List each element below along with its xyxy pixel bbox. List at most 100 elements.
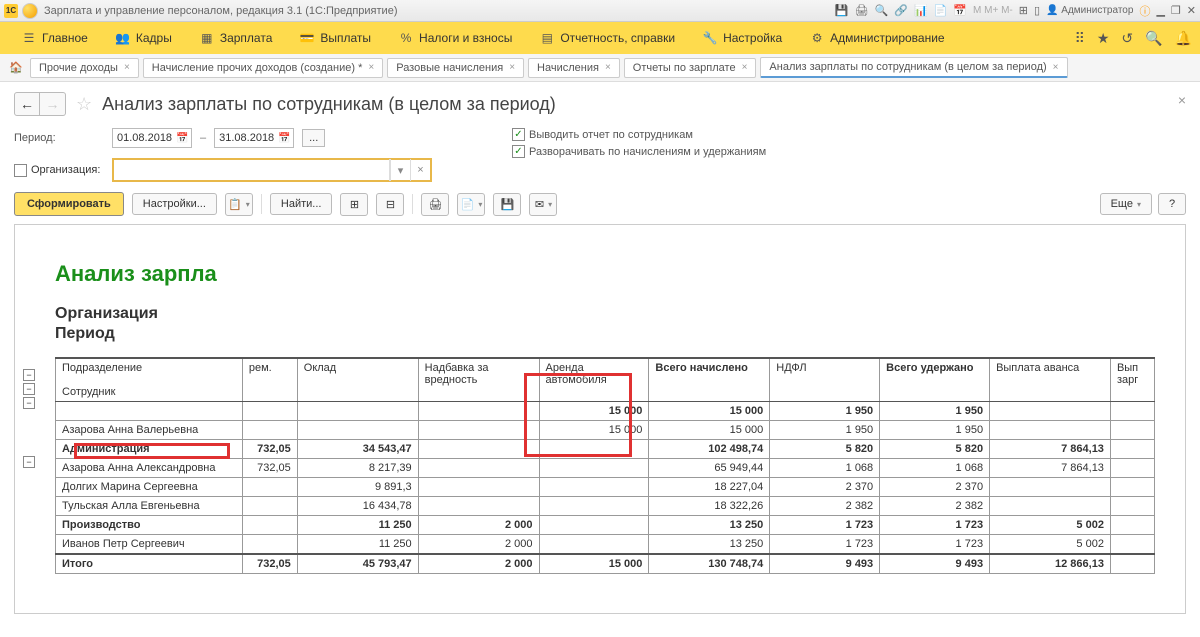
report-area[interactable]: Анализ зарпла Организация Период Подразд… [14,224,1186,614]
report-period-label: Период [55,325,1165,343]
period-label: Период: [14,132,104,144]
save-icon[interactable]: 💾 [835,4,849,17]
tab-1[interactable]: Начисление прочих доходов (создание) *× [143,58,383,78]
page-button[interactable]: 📄▾ [457,193,485,216]
page-title: Анализ зарплаты по сотрудникам (в целом … [102,94,556,115]
main-menu: ☰Главное 👥Кадры ▦Зарплата 💳Выплаты %Нало… [0,22,1200,54]
tab-close-icon[interactable]: × [605,62,611,73]
menu-reports[interactable]: ▤Отчетность, справки [526,22,689,54]
menu-nalogi[interactable]: %Налоги и взносы [385,22,526,54]
collapse-button[interactable]: ⊟ [376,193,404,216]
dash: – [200,132,206,144]
nav-back-button[interactable]: ← [14,92,40,116]
percent-icon: % [399,31,413,45]
tab-close-icon[interactable]: × [124,62,130,73]
tab-5[interactable]: Анализ зарплаты по сотрудникам (в целом … [760,57,1067,78]
chk-employees[interactable]: ✓ [512,128,525,141]
org-dropdown-icon[interactable]: ▾ [390,159,410,181]
tab-bar: 🏠 Прочие доходы× Начисление прочих доход… [0,54,1200,82]
tab-4[interactable]: Отчеты по зарплате× [624,58,757,78]
history-icon[interactable]: ↺ [1121,30,1133,47]
table-row[interactable]: Долгих Марина Сергеевна9 891,318 227,042… [56,478,1155,497]
highlight-box-name [74,443,230,459]
wallet-icon: 💳 [300,31,314,45]
menu-burger[interactable]: ☰Главное [8,22,102,54]
opts-icon[interactable]: ⊞ [1019,4,1028,17]
print-icon[interactable]: 🖨 [855,4,869,17]
maximize-icon[interactable]: ❐ [1171,4,1181,17]
org-field[interactable] [114,164,389,176]
mail-button[interactable]: ✉▾ [529,193,557,216]
close-page-icon[interactable]: × [1178,92,1186,108]
system-icons: 💾 🖨 🔍 🔗 📊 📄 📅 M M+ M- ⊞ ▯ 👤 Администрато… [835,3,1196,19]
org-checkbox[interactable]: ✓ [14,164,27,177]
menu-settings[interactable]: 🔧Настройка [689,22,796,54]
calendar-icon[interactable]: 📅 [176,133,188,144]
date-from-input[interactable]: 01.08.2018📅 [112,128,192,148]
menu-admin[interactable]: ⚙Администрирование [796,22,958,54]
tree-toggle-icon[interactable]: − [23,383,35,395]
preview-icon[interactable]: 🔍 [875,4,889,17]
tab-close-icon[interactable]: × [368,62,374,73]
burger-icon: ☰ [22,31,36,45]
chk-employees-label: Выводить отчет по сотрудникам [529,129,693,141]
book-icon[interactable]: ▯ [1034,4,1040,17]
info-icon[interactable]: ⓘ [1139,3,1150,19]
calc-icon[interactable]: 📊 [914,4,928,17]
table-row[interactable]: Тульская Алла Евгеньевна16 434,7818 322,… [56,497,1155,516]
tree-toggle-icon[interactable]: − [23,456,35,468]
link-icon[interactable]: 🔗 [894,4,908,17]
tab-2[interactable]: Разовые начисления× [387,58,524,78]
more-button[interactable]: Еще▾ [1100,193,1152,215]
tree-toggle-icon[interactable]: − [23,369,35,381]
nav-fwd-button[interactable]: → [40,92,66,116]
table-total-row: Итого732,0545 793,472 00015 000130 748,7… [56,554,1155,574]
expand-button[interactable]: ⊞ [340,193,368,216]
m-icon[interactable]: M M+ M- [973,5,1013,16]
menu-kadry[interactable]: 👥Кадры [102,22,186,54]
page-content: × ← → ☆ Анализ зарплаты по сотрудникам (… [0,82,1200,624]
bell-icon[interactable]: 🔔 [1175,30,1192,47]
help-button[interactable]: ? [1158,193,1186,215]
settings-button[interactable]: Настройки... [132,193,217,215]
chk-expand-label: Разворачивать по начислениям и удержания… [529,146,766,158]
print-button[interactable]: 🖨 [421,193,449,216]
favorite-star-icon[interactable]: ☆ [76,94,92,115]
tab-close-icon[interactable]: × [742,62,748,73]
table-row[interactable]: Азарова Анна Александровна732,058 217,39… [56,459,1155,478]
calendar-icon[interactable]: 📅 [953,4,967,17]
minimize-icon[interactable]: ▁ [1156,4,1164,17]
calendar-icon[interactable]: 📅 [278,133,290,144]
search-icon[interactable]: 🔍 [1145,30,1162,47]
disk-button[interactable]: 💾 [493,193,521,216]
org-input[interactable]: ▾ × [112,158,432,182]
menu-zarplata[interactable]: ▦Зарплата [186,22,287,54]
grid-icon: ▦ [200,31,214,45]
chk-expand[interactable]: ✓ [512,145,525,158]
close-icon[interactable]: ✕ [1187,4,1196,17]
sheet-icon[interactable]: 📄 [934,4,948,17]
doc-icon: ▤ [540,31,554,45]
fav-star-icon[interactable]: ★ [1097,30,1110,47]
find-button[interactable]: Найти... [270,193,333,215]
org-label: Организация: [31,164,100,176]
tab-close-icon[interactable]: × [1053,62,1059,73]
variant-button[interactable]: 📋▾ [225,193,253,216]
home-button[interactable]: 🏠 [4,56,28,80]
period-picker-button[interactable]: ... [302,129,325,147]
menu-vyplaty[interactable]: 💳Выплаты [286,22,385,54]
org-clear-icon[interactable]: × [410,159,430,181]
tab-3[interactable]: Начисления× [528,58,620,78]
generate-button[interactable]: Сформировать [14,192,124,216]
date-to-input[interactable]: 31.08.2018📅 [214,128,294,148]
wrench-icon: 🔧 [703,31,717,45]
table-row[interactable]: Иванов Петр Сергеевич11 2502 00013 2501 … [56,535,1155,555]
tree-toggle-icon[interactable]: − [23,397,35,409]
orb-icon[interactable] [22,3,38,19]
apps-icon[interactable]: ⠿ [1075,30,1085,47]
tab-0[interactable]: Прочие доходы× [30,58,139,78]
toolbar: Сформировать Настройки... 📋▾ Найти... ⊞ … [14,192,1186,216]
table-row[interactable]: Производство11 2502 00013 2501 7231 7235… [56,516,1155,535]
user-label[interactable]: 👤 Администратор [1046,5,1133,16]
tab-close-icon[interactable]: × [509,62,515,73]
